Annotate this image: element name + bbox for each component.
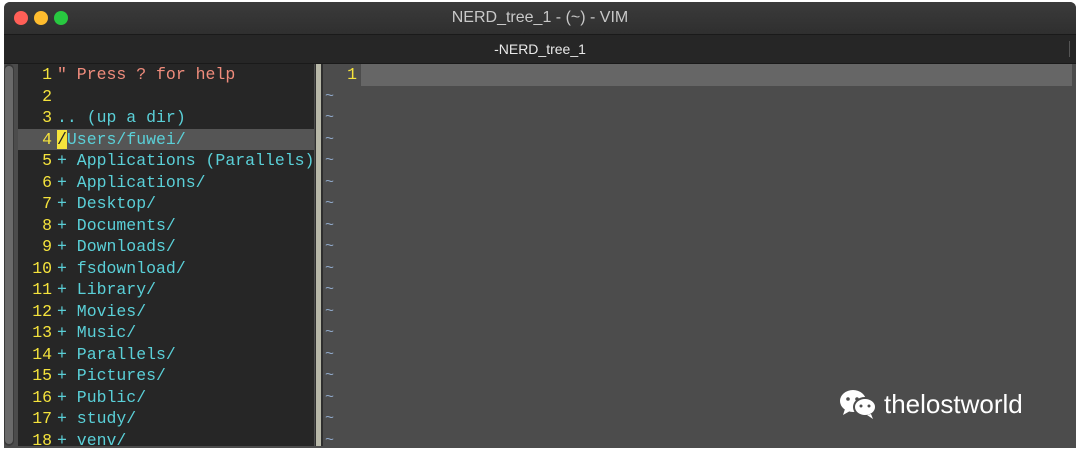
wechat-icon [838,388,878,420]
tree-row[interactable]: 5+ Applications (Parallels)/ [18,150,314,172]
editor-cursor-line[interactable] [361,64,1072,86]
tree-entry[interactable]: .. (up a dir) [57,107,186,129]
tab-nerd-tree[interactable]: -NERD_tree_1 [4,35,1076,63]
tree-entry[interactable]: + Movies/ [57,301,146,323]
empty-line-tilde: ~ [325,236,334,258]
tab-divider [1069,41,1070,57]
tree-row[interactable]: 16+ Public/ [18,387,314,409]
tree-row[interactable]: 17+ study/ [18,408,314,430]
line-number: 9 [18,236,52,258]
empty-line-tilde: ~ [325,150,334,172]
empty-line-tilde: ~ [325,344,334,366]
line-number: 12 [18,301,52,323]
line-number: 13 [18,322,52,344]
tree-entry[interactable]: + Music/ [57,322,136,344]
empty-line-tilde: ~ [325,86,334,108]
title-bar: NERD_tree_1 - (~) - VIM [4,2,1076,34]
watermark: thelostworld [838,384,1023,424]
empty-line-tilde: ~ [325,258,334,280]
editor-line-number: 1 [335,64,357,86]
line-number: 16 [18,387,52,409]
line-number: 14 [18,344,52,366]
tree-row[interactable]: 13+ Music/ [18,322,314,344]
empty-line-tilde: ~ [325,322,334,344]
tree-entry-label: Users/fuwei/ [67,130,186,149]
tree-entry[interactable]: + Downloads/ [57,236,176,258]
tree-row[interactable]: 18 + venv/ [18,430,314,447]
text-cursor: / [57,130,67,149]
line-number: 8 [18,215,52,237]
tree-entry[interactable]: + study/ [57,408,136,430]
empty-line-tilde: ~ [325,172,334,194]
line-number: 3 [18,107,52,129]
line-number: 2 [18,86,52,108]
watermark-text: thelostworld [884,389,1023,420]
line-number: 11 [18,279,52,301]
window-title: NERD_tree_1 - (~) - VIM [4,2,1076,34]
tree-entry[interactable]: + Public/ [57,387,146,409]
tree-row[interactable]: 6+ Applications/ [18,172,314,194]
tree-row[interactable]: 14+ Parallels/ [18,344,314,366]
help-comment[interactable]: " Press ? for help [57,64,235,86]
line-number: 7 [18,193,52,215]
line-number: 4 [18,129,52,151]
tree-row[interactable]: 7+ Desktop/ [18,193,314,215]
line-number: 10 [18,258,52,280]
tree-entry[interactable]: + Pictures/ [57,365,166,387]
empty-line-tilde: ~ [325,193,334,215]
tree-row[interactable]: 9+ Downloads/ [18,236,314,258]
tab-bar: -NERD_tree_1 [4,34,1076,64]
tree-entry[interactable]: + venv/ [57,430,126,447]
tree-row[interactable]: 10+ fsdownload/ [18,258,314,280]
empty-line-tilde: ~ [325,365,334,387]
tree-row[interactable]: 4/Users/fuwei/ [18,129,314,151]
tree-row[interactable]: 15+ Pictures/ [18,365,314,387]
line-number: 5 [18,150,52,172]
scrollbar-thumb[interactable] [5,66,13,444]
tree-row[interactable]: 12+ Movies/ [18,301,314,323]
empty-line-tilde: ~ [325,387,334,409]
empty-line-markers: ~~~~~~~~~~~~~~~~~ [323,64,335,446]
nerdtree-pane[interactable]: 1" Press ? for help23.. (up a dir)4/User… [18,64,314,446]
empty-line-tilde: ~ [325,215,334,237]
tree-entry[interactable]: + Applications/ [57,172,206,194]
tree-row[interactable]: 3.. (up a dir) [18,107,314,129]
tree-entry[interactable]: /Users/fuwei/ [57,129,186,151]
vertical-scrollbar[interactable] [4,64,14,446]
tree-row[interactable]: 2 [18,86,314,108]
tree-row[interactable]: 11+ Library/ [18,279,314,301]
line-number: 17 [18,408,52,430]
tree-entry[interactable]: + Library/ [57,279,156,301]
tree-row[interactable]: 1" Press ? for help [18,64,314,86]
window-split-separator[interactable] [315,64,323,446]
empty-line-tilde: ~ [325,301,334,323]
line-number: 15 [18,365,52,387]
empty-line-tilde: ~ [325,430,334,451]
line-number: 6 [18,172,52,194]
tree-row[interactable]: 8+ Documents/ [18,215,314,237]
tree-entry[interactable]: + Applications (Parallels)/ [57,150,314,172]
split-bar [316,64,321,446]
tree-entry[interactable]: + Desktop/ [57,193,156,215]
line-number: 18 [18,430,52,447]
empty-line-tilde: ~ [325,408,334,430]
tree-entry[interactable]: + Documents/ [57,215,176,237]
empty-line-tilde: ~ [325,279,334,301]
empty-line-tilde: ~ [325,129,334,151]
tree-entry[interactable]: + fsdownload/ [57,258,186,280]
empty-line-tilde: ~ [325,107,334,129]
tree-entry[interactable]: + Parallels/ [57,344,176,366]
line-number: 1 [18,64,52,86]
